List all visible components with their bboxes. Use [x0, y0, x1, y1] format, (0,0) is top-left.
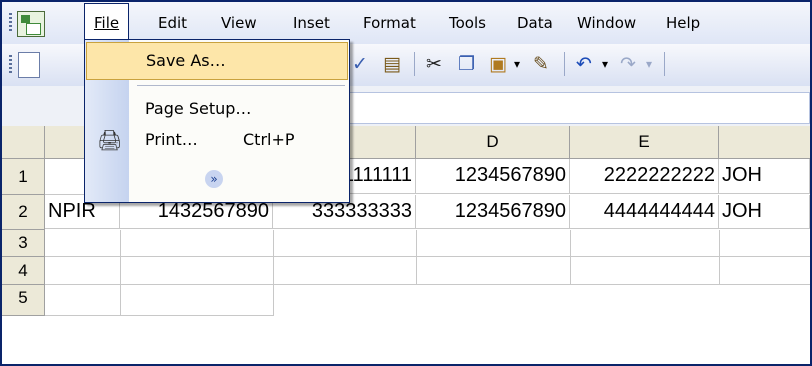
copy-icon[interactable]: ❐ [458, 52, 475, 76]
cell-e2[interactable]: 4444444444 [570, 195, 719, 229]
cell-f1[interactable]: JOH [719, 159, 810, 194]
cell-a4[interactable] [45, 257, 121, 285]
cell-c2-value: 333333333 [311, 200, 412, 222]
menu-file[interactable]: File [84, 3, 130, 42]
menu-help-label: Help [666, 14, 701, 32]
cell-f2[interactable]: JOH [719, 195, 810, 229]
menu-item-print[interactable]: Print… [129, 120, 349, 160]
menu-item-page-setup-label: Page Setup… [145, 99, 252, 118]
menu-insert-label: Inset [293, 14, 330, 32]
redo-dropdown-icon[interactable]: ▾ [646, 52, 652, 76]
row-header-2[interactable]: 2 [2, 195, 45, 230]
menu-item-print-label: Print… [145, 130, 198, 149]
cell-d2-value: 1234567890 [454, 200, 566, 222]
row-header-5-label: 5 [18, 288, 28, 307]
format-painter-icon[interactable]: ✎ [533, 52, 549, 76]
excel-app-icon[interactable] [17, 11, 45, 37]
research-icon[interactable]: ▤ [383, 52, 401, 76]
cell-f3[interactable] [719, 230, 810, 257]
cell-b5[interactable] [120, 285, 274, 316]
cell-a3[interactable] [45, 230, 121, 257]
row-header-4-label: 4 [18, 261, 28, 280]
cell-c3[interactable] [273, 230, 417, 257]
menu-window-label: Window [577, 14, 637, 32]
printer-icon: 🖨 [97, 128, 123, 152]
toolbar-grip[interactable] [9, 55, 12, 75]
column-header-d-label: D [486, 132, 499, 151]
cell-f1-value: JOH [722, 164, 762, 186]
column-header-e-label: E [638, 132, 650, 151]
paste-icon[interactable]: ▣ [489, 52, 507, 76]
menu-data[interactable]: Data [508, 2, 562, 44]
cell-b4[interactable] [120, 257, 274, 285]
menu-format-label: Format [363, 14, 416, 32]
undo-icon[interactable]: ↶ [576, 52, 592, 76]
cell-d3[interactable] [416, 230, 571, 257]
menu-help[interactable]: Help [657, 2, 709, 44]
cell-f4[interactable] [719, 257, 810, 285]
file-menu-dropdown: Save As… Page Setup… Print… Ctrl+P 🖨 » [84, 39, 350, 203]
row-header-5[interactable]: 5 [2, 285, 45, 316]
cell-b2-value: 1432567890 [157, 200, 269, 222]
row-header-2-label: 2 [18, 202, 28, 221]
undo-dropdown-icon[interactable]: ▾ [602, 52, 608, 76]
menu-view[interactable]: View [212, 2, 266, 44]
menu-edit[interactable]: Edit [149, 2, 196, 44]
menu-divider [137, 85, 345, 86]
excel-window: File Edit View Inset Format Tools Data W… [0, 0, 812, 366]
cell-e1-value: 2222222222 [603, 164, 715, 186]
menu-edit-label: Edit [158, 14, 188, 32]
spelling-icon[interactable]: ✓ [352, 52, 368, 76]
column-header-d[interactable]: D [416, 126, 570, 159]
menu-insert[interactable]: Inset [284, 2, 339, 44]
menu-format[interactable]: Format [354, 2, 425, 44]
cell-a5[interactable] [45, 285, 121, 316]
redo-icon[interactable]: ↷ [620, 52, 636, 76]
new-icon[interactable] [18, 52, 40, 78]
menubar-grip[interactable] [9, 13, 12, 33]
menu-tools-label: Tools [449, 14, 486, 32]
cell-f2-value: JOH [722, 200, 762, 222]
cell-c4[interactable] [273, 257, 417, 285]
expand-menu-chevron-icon[interactable]: » [205, 170, 223, 188]
cut-icon[interactable]: ✂ [426, 52, 442, 76]
row-header-3[interactable]: 3 [2, 230, 45, 257]
toolbar-separator [414, 52, 415, 76]
cell-a2-value: NPIR [48, 200, 96, 222]
row-header-4[interactable]: 4 [2, 257, 45, 285]
menu-data-label: Data [517, 14, 553, 32]
menu-item-save-as[interactable]: Save As… [86, 42, 348, 80]
paste-dropdown-icon[interactable]: ▾ [514, 52, 520, 76]
menu-tools[interactable]: Tools [440, 2, 495, 44]
cell-e4[interactable] [570, 257, 720, 285]
cell-d2[interactable]: 1234567890 [416, 195, 570, 229]
toolbar-separator [664, 52, 665, 76]
row-header-3-label: 3 [18, 233, 28, 252]
menu-file-label: File [94, 14, 120, 32]
print-shortcut: Ctrl+P [243, 130, 295, 149]
menu-window[interactable]: Window [568, 2, 645, 44]
cell-e1[interactable]: 2222222222 [570, 159, 719, 194]
formula-input[interactable] [348, 92, 810, 124]
toolbar-separator [564, 52, 565, 76]
menu-item-save-as-label: Save As… [146, 51, 226, 70]
cell-d1[interactable]: 1234567890 [416, 159, 570, 194]
select-all-corner[interactable] [2, 126, 45, 159]
cell-e2-value: 4444444444 [603, 200, 715, 222]
row-header-1[interactable]: 1 [2, 159, 45, 195]
column-header-e[interactable]: E [570, 126, 719, 159]
cell-d1-value: 1234567890 [454, 164, 566, 186]
cell-d4[interactable] [416, 257, 571, 285]
cell-b3[interactable] [120, 230, 274, 257]
menu-view-label: View [221, 14, 257, 32]
cell-e3[interactable] [570, 230, 720, 257]
column-header-f[interactable] [719, 126, 810, 159]
row-header-1-label: 1 [18, 167, 28, 186]
